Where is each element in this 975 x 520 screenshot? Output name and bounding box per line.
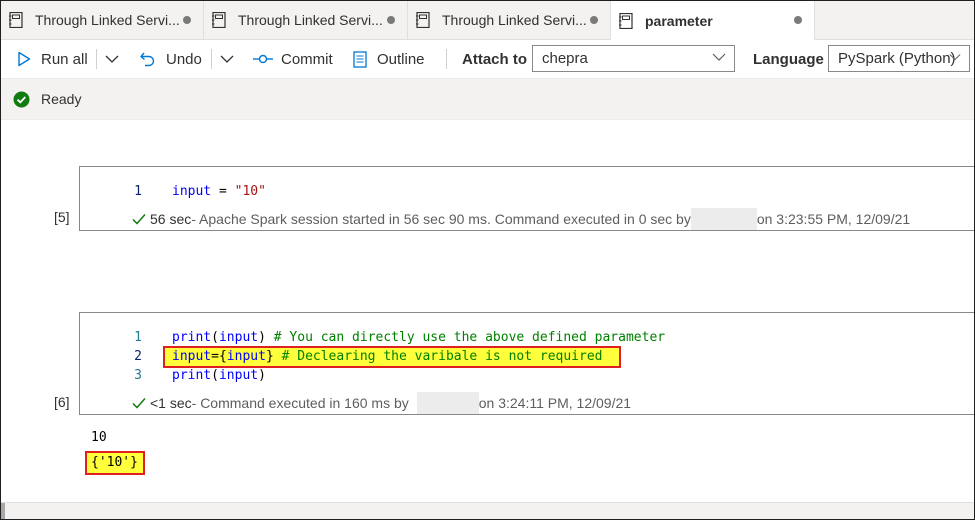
code-token: ) xyxy=(258,368,266,383)
scrollbar-thumb[interactable] xyxy=(1,503,5,519)
chevron-down-icon xyxy=(712,53,726,61)
play-icon xyxy=(18,51,31,67)
notebook-icon xyxy=(619,12,633,29)
outline-button[interactable]: Outline xyxy=(353,40,425,78)
undo-button[interactable]: Undo xyxy=(139,40,202,78)
notebook-icon xyxy=(9,12,23,28)
undo-label: Undo xyxy=(166,50,202,68)
code-line[interactable]: input = "10" xyxy=(172,184,266,199)
undo-options-button[interactable] xyxy=(220,40,234,78)
success-check-icon xyxy=(13,91,30,107)
cell-output-line: {'10'} xyxy=(91,455,138,470)
tab-linked-service-3[interactable]: Through Linked Servi... xyxy=(408,1,611,39)
unsaved-dot-icon xyxy=(387,16,395,24)
notebook-window: Through Linked Servi... Through Linked S… xyxy=(0,0,975,520)
cell-output-line: 10 xyxy=(91,430,107,445)
code-token: = xyxy=(211,184,235,199)
tab-linked-service-1[interactable]: Through Linked Servi... xyxy=(1,1,204,39)
unsaved-dot-icon xyxy=(794,16,802,24)
language-dropdown[interactable]: PySpark (Python) xyxy=(828,45,970,72)
line-number: 3 xyxy=(134,368,142,383)
commit-button[interactable]: Commit xyxy=(253,40,333,78)
code-token: # Declearing the varibale is not require… xyxy=(273,349,603,364)
toolbar-divider xyxy=(211,49,212,69)
code-token: "10" xyxy=(234,184,266,199)
toolbar: Run all Undo Commit Outline Attach to ch… xyxy=(1,40,974,79)
code-token: input xyxy=(172,184,212,199)
tab-linked-service-2[interactable]: Through Linked Servi... xyxy=(204,1,408,39)
code-token: ( xyxy=(211,330,219,345)
tab-label: Through Linked Servi... xyxy=(35,12,180,28)
chevron-down-icon xyxy=(105,55,119,63)
code-token: print xyxy=(172,330,212,345)
code-token: input xyxy=(218,330,259,345)
attach-to-label: Attach to xyxy=(462,50,527,68)
undo-icon xyxy=(140,52,155,66)
toolbar-divider xyxy=(96,49,97,69)
language-label: Language xyxy=(753,50,824,68)
commit-icon xyxy=(253,54,273,64)
line-number: 2 xyxy=(134,349,142,364)
code-token: } xyxy=(265,349,274,364)
status-text: Ready xyxy=(41,91,82,107)
commit-label: Commit xyxy=(281,50,333,68)
tab-bar: Through Linked Servi... Through Linked S… xyxy=(1,1,974,40)
notebook-icon xyxy=(212,12,226,28)
check-icon xyxy=(132,214,146,225)
execution-timestamp: on 3:24:11 PM, 12/09/21 xyxy=(478,395,632,411)
code-token: print xyxy=(172,368,212,383)
execution-count: [5] xyxy=(54,209,70,225)
chevron-down-icon xyxy=(949,54,961,61)
language-value: PySpark (Python) xyxy=(838,50,956,67)
code-token: input xyxy=(226,349,266,364)
attach-to-value: chepra xyxy=(542,50,588,67)
code-line[interactable]: print(input) # You can directly use the … xyxy=(172,330,665,345)
run-all-button[interactable]: Run all xyxy=(17,40,88,78)
execution-info: 56 sec - Apache Spark session started in… xyxy=(132,208,910,230)
tab-parameter[interactable]: parameter xyxy=(611,1,815,40)
code-token: ) xyxy=(258,330,266,345)
tab-label: Through Linked Servi... xyxy=(238,12,383,28)
status-bar: Ready xyxy=(1,79,974,120)
line-number: 1 xyxy=(134,184,142,199)
code-line[interactable]: input={input} # Declearing the varibale … xyxy=(172,349,603,364)
check-icon xyxy=(132,398,146,409)
chevron-down-icon xyxy=(220,55,234,63)
execution-message: - Apache Spark session started in 56 sec… xyxy=(191,211,691,227)
code-cell[interactable]: 1 input = "10" 56 sec - Apache Spark ses… xyxy=(79,166,974,231)
tab-label: Through Linked Servi... xyxy=(442,12,587,28)
code-token: input xyxy=(218,368,259,383)
code-token: # You can directly use the above defined… xyxy=(265,330,666,345)
outline-icon xyxy=(353,50,367,68)
attach-to-dropdown[interactable]: chepra xyxy=(532,45,735,72)
run-all-label: Run all xyxy=(41,50,88,68)
execution-count: [6] xyxy=(54,394,70,410)
code-token: ={ xyxy=(211,349,227,364)
notebook-icon xyxy=(416,12,430,28)
line-number: 1 xyxy=(134,330,142,345)
execution-duration: <1 sec xyxy=(150,395,192,411)
redacted-user xyxy=(416,392,479,414)
redacted-user xyxy=(690,208,757,230)
unsaved-dot-icon xyxy=(183,16,191,24)
code-line[interactable]: print(input) xyxy=(172,368,266,383)
horizontal-scrollbar[interactable] xyxy=(1,502,974,519)
unsaved-dot-icon xyxy=(590,16,598,24)
execution-info: <1 sec - Command executed in 160 ms by o… xyxy=(132,392,631,414)
code-token: ( xyxy=(211,368,219,383)
outline-label: Outline xyxy=(377,50,425,68)
execution-message: - Command executed in 160 ms by xyxy=(191,395,409,411)
execution-timestamp: on 3:23:55 PM, 12/09/21 xyxy=(756,211,911,227)
execution-duration: 56 sec xyxy=(150,211,192,227)
code-token: input xyxy=(172,349,212,364)
toolbar-divider xyxy=(446,49,447,69)
run-options-button[interactable] xyxy=(105,40,119,78)
tab-label: parameter xyxy=(645,12,713,29)
code-cell[interactable]: 1 2 3 print(input) # You can directly us… xyxy=(79,312,974,415)
